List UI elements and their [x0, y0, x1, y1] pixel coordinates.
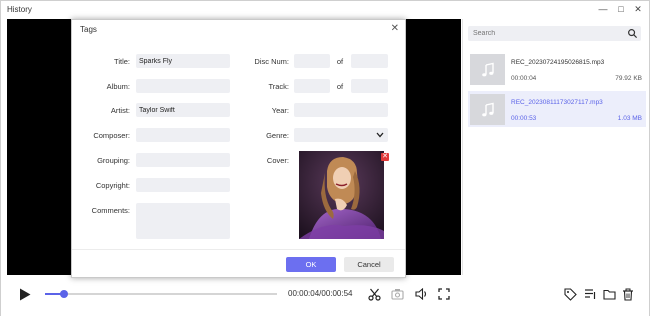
folder-icon	[602, 289, 616, 300]
genre-label: Genre:	[266, 131, 289, 140]
disc-num-label: Disc Num:	[254, 57, 289, 66]
history-item[interactable]: REC_20230724195026815.mp3 00:00:04 79.92…	[468, 51, 646, 87]
divider	[72, 249, 405, 250]
fullscreen-icon	[438, 288, 450, 300]
audio-thumbnail	[470, 94, 505, 125]
chevron-down-icon	[376, 132, 384, 138]
comments-field[interactable]	[136, 203, 230, 239]
track-total-field[interactable]	[351, 79, 388, 93]
trash-icon	[623, 288, 633, 301]
delete-button[interactable]	[620, 286, 636, 302]
snapshot-button[interactable]	[389, 286, 405, 302]
file-duration: 00:00:53	[511, 115, 537, 122]
open-folder-button[interactable]	[601, 286, 617, 302]
play-button[interactable]	[17, 286, 33, 302]
scissors-icon	[367, 288, 381, 301]
history-item[interactable]: REC_20230811173027117.mp3 00:00:53 1.03 …	[468, 91, 646, 127]
progress-slider[interactable]	[45, 290, 277, 298]
play-icon	[20, 288, 31, 300]
genre-select[interactable]	[294, 128, 388, 142]
of-label: of	[336, 57, 344, 66]
tags-dialog: Tags ✕ Title: Album: Artist: Composer: G…	[71, 19, 406, 278]
disc-num-field[interactable]	[294, 54, 330, 68]
ok-button[interactable]: OK	[286, 257, 336, 272]
track-num-field[interactable]	[294, 79, 330, 93]
artist-label: Artist:	[110, 106, 130, 115]
artist-field[interactable]	[136, 103, 230, 117]
composer-field[interactable]	[136, 128, 230, 142]
playlist-button[interactable]	[582, 286, 598, 302]
composer-label: Composer:	[93, 131, 130, 140]
camera-icon	[390, 289, 404, 300]
search-input[interactable]	[468, 26, 626, 41]
history-window: History — □ ✕ REC_20230724195026815.mp3	[0, 0, 650, 316]
track-label: Track:	[268, 82, 289, 91]
minimize-icon[interactable]: —	[597, 4, 609, 15]
file-name: REC_20230724195026815.mp3	[511, 59, 605, 66]
music-note-icon	[481, 62, 494, 76]
disc-total-field[interactable]	[351, 54, 388, 68]
file-size: 79.92 KB	[615, 75, 642, 82]
file-size: 1.03 MB	[617, 115, 642, 122]
title-label: Title:	[114, 57, 130, 66]
edit-tags-button[interactable]	[562, 286, 578, 302]
volume-button[interactable]	[413, 286, 429, 302]
player-controls: 00:00:04/00:00:54	[1, 276, 649, 316]
copyright-field[interactable]	[136, 178, 230, 192]
year-label: Year:	[271, 106, 289, 115]
cover-label: Cover:	[266, 156, 289, 165]
album-label: Album:	[106, 82, 130, 91]
file-name: REC_20230811173027117.mp3	[511, 99, 603, 106]
timecode: 00:00:04/00:00:54	[288, 289, 353, 298]
copyright-label: Copyright:	[95, 181, 130, 190]
remove-cover-icon[interactable]: ✕	[381, 153, 389, 161]
search-box	[468, 26, 641, 41]
album-field[interactable]	[136, 79, 230, 93]
cancel-button[interactable]: Cancel	[344, 257, 394, 272]
dialog-title: Tags	[80, 25, 97, 34]
close-icon[interactable]: ✕	[632, 4, 644, 15]
cover-art-image[interactable]	[299, 151, 384, 239]
maximize-icon[interactable]: □	[615, 4, 627, 15]
of-label: of	[336, 82, 344, 91]
search-icon[interactable]	[627, 28, 638, 39]
playlist-icon	[584, 289, 595, 299]
grouping-label: Grouping:	[97, 156, 130, 165]
album-cover-illustration	[299, 151, 384, 239]
music-note-icon	[481, 102, 494, 116]
audio-thumbnail	[470, 54, 505, 85]
grouping-field[interactable]	[136, 153, 230, 167]
year-field[interactable]	[294, 103, 388, 117]
comments-label: Comments:	[91, 206, 130, 215]
window-title: History	[7, 5, 32, 14]
history-panel: REC_20230724195026815.mp3 00:00:04 79.92…	[462, 19, 648, 275]
volume-icon	[414, 288, 426, 300]
title-field[interactable]	[136, 54, 230, 68]
trim-button[interactable]	[366, 286, 382, 302]
file-duration: 00:00:04	[511, 75, 537, 82]
progress-handle[interactable]	[59, 290, 68, 298]
title-bar: History — □ ✕	[1, 1, 649, 18]
close-icon[interactable]: ✕	[391, 23, 399, 34]
fullscreen-button[interactable]	[436, 286, 452, 302]
tag-icon	[563, 287, 577, 301]
